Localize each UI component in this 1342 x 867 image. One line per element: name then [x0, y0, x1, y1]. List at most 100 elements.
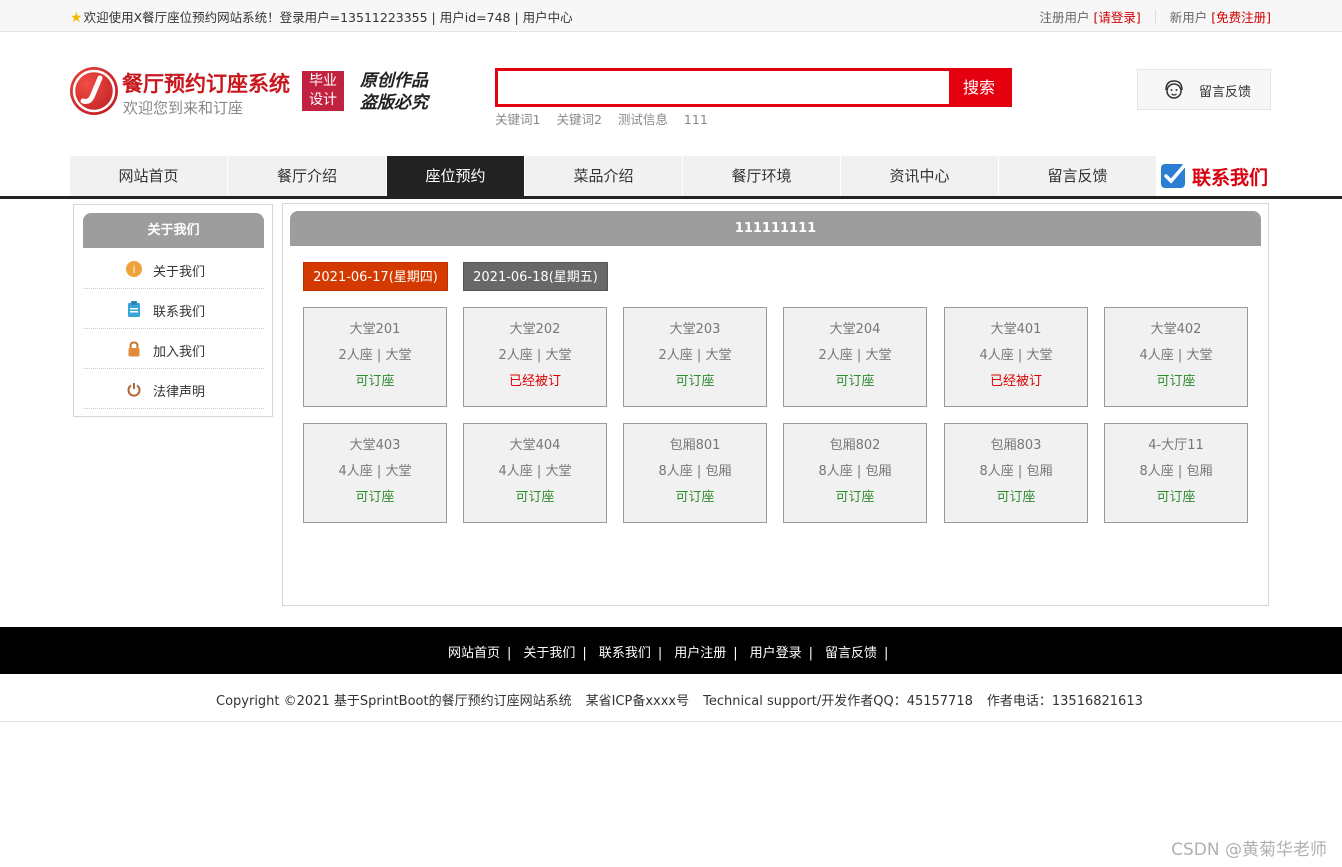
- footer-link-about[interactable]: 关于我们: [523, 646, 575, 661]
- footer-separator: |: [507, 646, 512, 661]
- sidebar-item-label: 加入我们: [153, 345, 206, 360]
- booking-panel: 111111111 2021-06-17(星期四) 2021-06-18(星期五…: [282, 203, 1269, 606]
- footer-link-feedback[interactable]: 留言反馈: [825, 646, 877, 661]
- icp-text: 某省ICP备xxxx号: [585, 694, 690, 709]
- nav-feedback[interactable]: 留言反馈: [999, 156, 1157, 196]
- sidebar-item-join[interactable]: 加入我们: [83, 329, 264, 369]
- seat-name: 大堂404: [509, 438, 561, 453]
- nav-environment[interactable]: 餐厅环境: [683, 156, 841, 196]
- star-icon: ★: [70, 10, 83, 26]
- info-icon: i: [126, 261, 142, 277]
- seat-capacity: 8人座 | 包厢: [658, 464, 732, 479]
- support-text: Technical support/开发作者QQ：45157718: [703, 694, 973, 709]
- seat-card[interactable]: 大堂203 2人座 | 大堂 可订座: [623, 307, 767, 407]
- contact-us-label: 联系我们: [1192, 167, 1269, 189]
- badge-line-1: 毕业: [309, 73, 337, 89]
- feedback-button[interactable]: 留言反馈: [1137, 69, 1271, 110]
- feedback-label: 留言反馈: [1199, 85, 1252, 100]
- footer-link-contact[interactable]: 联系我们: [599, 646, 651, 661]
- search-box: 搜索: [495, 68, 1012, 107]
- sidebar-item-contact[interactable]: 联系我们: [83, 289, 264, 329]
- seat-capacity: 2人座 | 大堂: [338, 348, 412, 363]
- footer-nav: 网站首页 | 关于我们 | 联系我们 | 用户注册 | 用户登录 | 留言反馈 |: [0, 627, 1342, 674]
- welcome-text[interactable]: 欢迎使用X餐厅座位预约网站系统！登录用户=13511223355 | 用户id=…: [84, 10, 573, 25]
- site-logo-icon[interactable]: [70, 67, 118, 115]
- seat-name: 4-大厅11: [1148, 438, 1204, 453]
- panel-title: 111111111: [290, 211, 1261, 246]
- sidebar-item-about[interactable]: i 关于我们: [83, 249, 264, 289]
- footer-link-register[interactable]: 用户注册: [674, 646, 726, 661]
- seat-name: 大堂402: [1150, 322, 1202, 337]
- seat-card[interactable]: 大堂404 4人座 | 大堂 可订座: [463, 423, 607, 523]
- seat-status-taken: 已经被订: [508, 374, 561, 389]
- nav-dishes[interactable]: 菜品介绍: [525, 156, 683, 196]
- footer-separator: |: [884, 646, 889, 661]
- register-link[interactable]: [免费注册]: [1211, 10, 1271, 25]
- seat-card[interactable]: 4-大厅11 8人座 | 包厢可订座: [1104, 423, 1248, 523]
- nav-news[interactable]: 资讯中心: [841, 156, 999, 196]
- seat-capacity: 8人座 | 包厢: [1139, 464, 1213, 479]
- nav-restaurant-intro[interactable]: 餐厅介绍: [228, 156, 387, 196]
- seat-name: 大堂401: [990, 322, 1042, 337]
- seat-status-taken: 已经被订: [989, 374, 1042, 389]
- seat-status-available[interactable]: 可订座: [304, 370, 446, 389]
- footer-separator: |: [733, 646, 738, 661]
- seat-card[interactable]: 包厢803 8人座 | 包厢可订座: [944, 423, 1088, 523]
- sidebar-item-legal[interactable]: 法律声明: [83, 369, 264, 409]
- checkmark-icon: [1160, 161, 1188, 193]
- date-tab[interactable]: 2021-06-18(星期五): [463, 262, 608, 291]
- sidebar-item-label: 法律声明: [153, 385, 206, 400]
- keyword-link[interactable]: 111: [684, 112, 708, 127]
- keyword-link[interactable]: 关键词2: [556, 112, 601, 127]
- seat-capacity: 8人座 | 包厢: [818, 464, 892, 479]
- seat-card[interactable]: 包厢801 8人座 | 包厢 可订座: [623, 423, 767, 523]
- seat-status-available[interactable]: 可订座: [784, 486, 926, 505]
- seat-status-available[interactable]: 可订座: [945, 486, 1087, 505]
- footer-separator: |: [657, 646, 663, 661]
- search-button[interactable]: 搜索: [949, 71, 1009, 104]
- seat-card[interactable]: 大堂201 2人座 | 大堂 可订座: [303, 307, 447, 407]
- seat-card[interactable]: 大堂401 4人座 | 大堂 已经被订: [944, 307, 1088, 407]
- seat-status-available[interactable]: 可订座: [624, 486, 766, 505]
- seat-card[interactable]: 大堂202 2人座 | 大堂 已经被订: [463, 307, 607, 407]
- seat-name: 大堂202: [509, 322, 561, 337]
- footer-separator: |: [582, 646, 587, 661]
- keyword-link[interactable]: 测试信息: [618, 112, 668, 127]
- seat-status-available[interactable]: 可订座: [464, 486, 606, 505]
- seat-capacity: 8人座 | 包厢: [979, 464, 1053, 479]
- seat-capacity: 2人座 | 大堂: [498, 348, 572, 363]
- seat-name: 包厢803: [990, 438, 1042, 453]
- top-bar: ★欢迎使用X餐厅座位预约网站系统！登录用户=13511223355 | 用户id…: [0, 0, 1342, 32]
- login-link[interactable]: [请登录]: [1094, 10, 1141, 25]
- seat-card[interactable]: 包厢802 8人座 | 包厢 可订座: [783, 423, 927, 523]
- search-input[interactable]: [498, 71, 949, 104]
- hot-keywords: 关键词1 关键词2 测试信息 111: [495, 109, 724, 128]
- lock-icon: [126, 341, 142, 357]
- watermark: CSDN @黄菊华老师: [1171, 840, 1327, 860]
- sidebar-title: 关于我们: [83, 213, 264, 248]
- graduation-badge: 毕业 设计: [302, 71, 344, 111]
- copyright-text: Copyright ©2021 基于SprintBoot的餐厅预约订座网站系统: [216, 694, 572, 709]
- nav-home[interactable]: 网站首页: [70, 156, 228, 196]
- seat-status-available[interactable]: 可订座: [1105, 370, 1247, 389]
- seat-status-available[interactable]: 可订座: [304, 486, 446, 505]
- keyword-link[interactable]: 关键词1: [495, 112, 540, 127]
- copyright: Copyright ©2021 基于SprintBoot的餐厅预约订座网站系统某…: [216, 690, 1157, 709]
- nav-seat-booking[interactable]: 座位预约: [387, 156, 525, 196]
- seat-card[interactable]: 大堂402 4人座 | 大堂 可订座: [1104, 307, 1248, 407]
- seat-status-available[interactable]: 可订座: [1105, 486, 1247, 505]
- clipboard-icon: [126, 301, 142, 317]
- footer-link-login[interactable]: 用户登录: [750, 646, 802, 661]
- seat-card[interactable]: 大堂204 2人座 | 大堂 可订座: [783, 307, 927, 407]
- seat-status-available[interactable]: 可订座: [624, 370, 766, 389]
- date-tab-selected[interactable]: 2021-06-17(星期四): [303, 262, 448, 291]
- site-title[interactable]: 餐厅预约订座系统: [122, 68, 290, 98]
- phone-text: 作者电话：13516821613: [986, 694, 1143, 709]
- footer-link-home[interactable]: 网站首页: [448, 646, 500, 661]
- seat-capacity: 2人座 | 大堂: [818, 348, 892, 363]
- power-icon: [126, 381, 142, 397]
- footer-separator: |: [808, 646, 814, 661]
- seat-capacity: 2人座 | 大堂: [658, 348, 732, 363]
- seat-status-available[interactable]: 可订座: [784, 370, 926, 389]
- seat-card[interactable]: 大堂403 4人座 | 大堂 可订座: [303, 423, 447, 523]
